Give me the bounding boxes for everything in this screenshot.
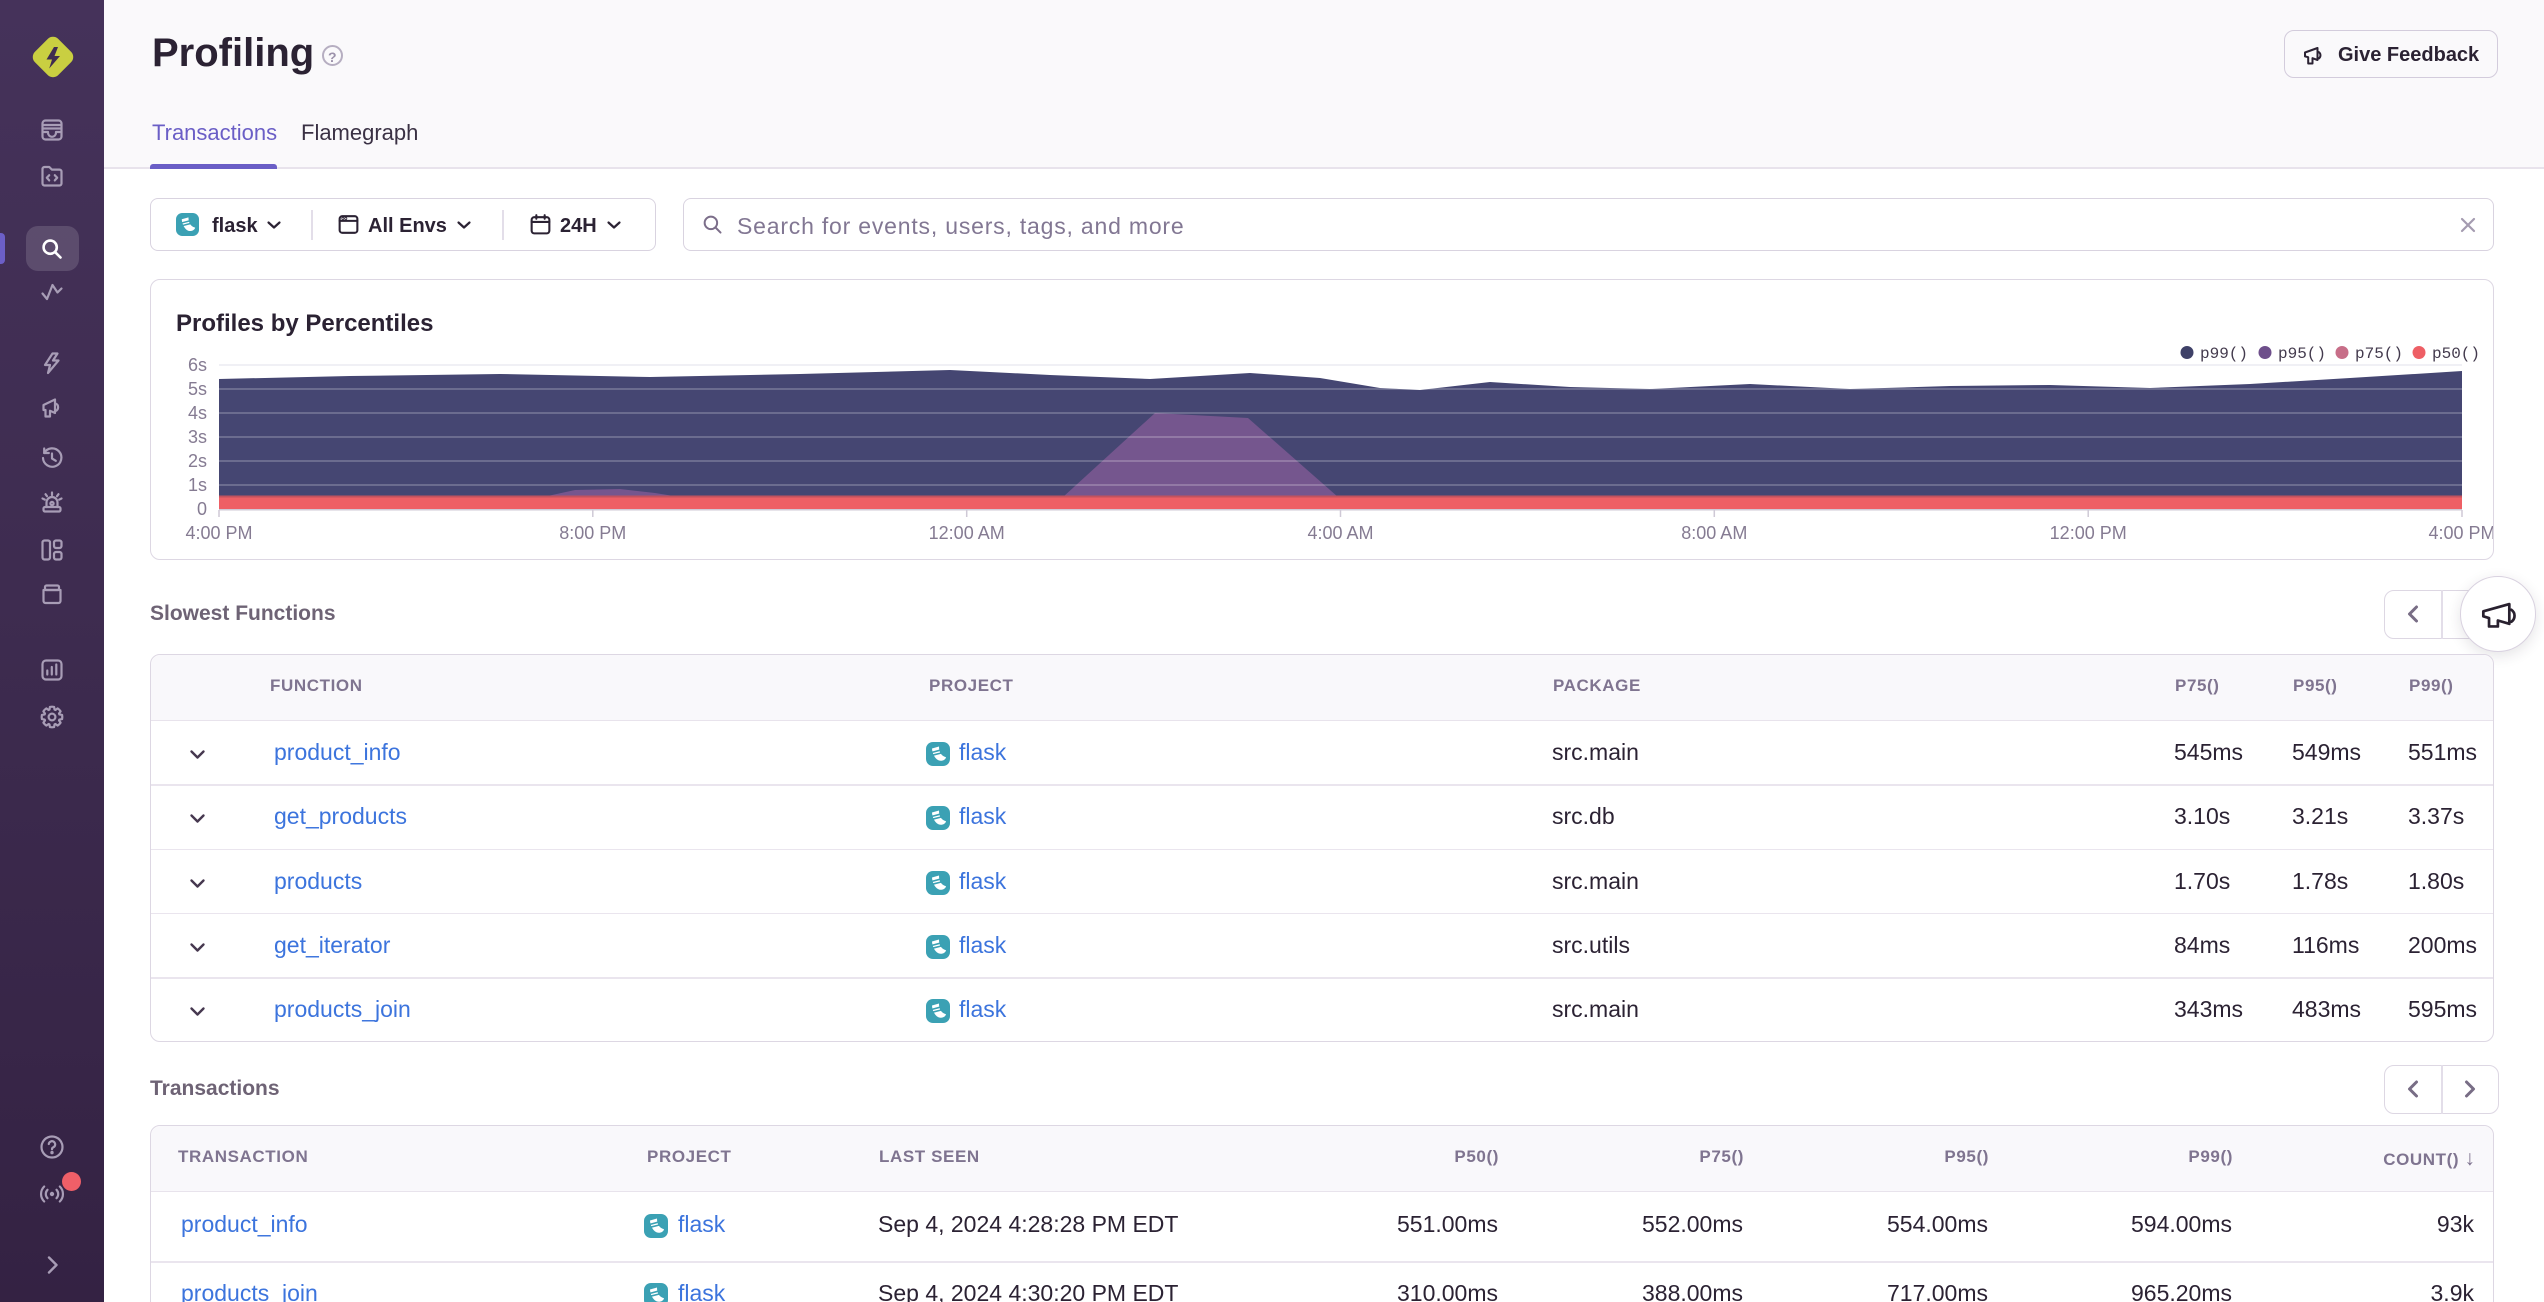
svg-text:2s: 2s [188,451,207,471]
svg-text:4:00 PM: 4:00 PM [2428,523,2493,543]
svg-text:8:00 PM: 8:00 PM [559,523,626,543]
svg-text:3s: 3s [188,427,207,447]
svg-text:p99(): p99() [2200,345,2248,363]
svg-text:4:00 AM: 4:00 AM [1307,523,1373,543]
svg-text:0: 0 [197,499,207,519]
svg-text:6s: 6s [188,355,207,375]
svg-text:5s: 5s [188,379,207,399]
svg-text:p50(): p50() [2432,345,2480,363]
svg-text:12:00 PM: 12:00 PM [2050,523,2127,543]
svg-text:4:00 PM: 4:00 PM [185,523,252,543]
svg-text:p95(): p95() [2278,345,2326,363]
svg-text:1s: 1s [188,475,207,495]
svg-text:8:00 AM: 8:00 AM [1681,523,1747,543]
svg-text:12:00 AM: 12:00 AM [929,523,1005,543]
svg-text:4s: 4s [188,403,207,423]
svg-text:p75(): p75() [2355,345,2403,363]
